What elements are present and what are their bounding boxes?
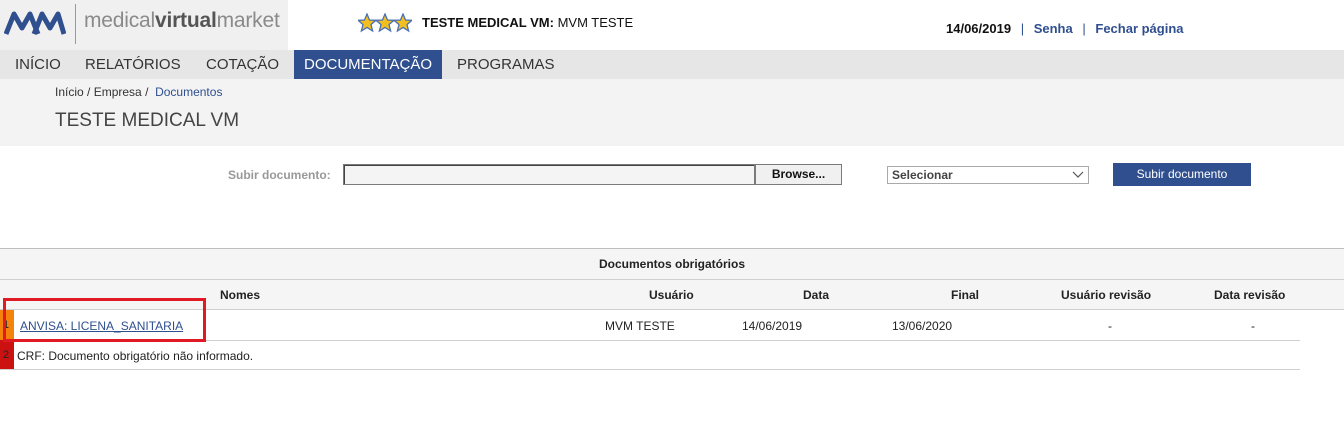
current-date: 14/06/2019 (946, 21, 1012, 36)
document-type-select[interactable]: Selecionar (887, 166, 1089, 184)
nav-programas[interactable]: PROGRAMAS (447, 50, 565, 79)
table-section-title: Documentos obrigatórios (0, 249, 1344, 279)
user-name: MVM TESTE (557, 15, 634, 30)
row-final: 13/06/2020 (892, 319, 953, 333)
company-name: TESTE MEDICAL VM: (422, 15, 554, 30)
file-path-input[interactable] (343, 164, 755, 185)
row-date: 14/06/2019 (742, 319, 803, 333)
breadcrumb: Início / Empresa / Documentos (55, 85, 223, 99)
row-user: MVM TESTE (605, 319, 675, 333)
page-title: TESTE MEDICAL VM (55, 110, 240, 131)
separator: | (1020, 21, 1025, 36)
divider (0, 369, 1300, 370)
title-band: Início / Empresa / Documentos TESTE MEDI… (0, 79, 1344, 146)
col-usuario-revisao[interactable]: Usuário revisão (1061, 288, 1151, 302)
header-actions: 14/06/2019 | Senha | Fechar página (946, 21, 1184, 36)
breadcrumb-company[interactable]: Empresa (94, 85, 142, 99)
logo-divider (75, 4, 76, 44)
close-page-link[interactable]: Fechar página (1095, 21, 1183, 36)
col-final[interactable]: Final (951, 288, 979, 302)
row-review-date: - (1251, 319, 1255, 333)
three-star-icon (358, 13, 412, 33)
table-row: 2 CRF: Documento obrigatório não informa… (0, 340, 1300, 370)
col-nomes[interactable]: Nomes (220, 288, 260, 302)
logo-wordmark: medicalvirtualmarket (84, 9, 280, 32)
nav-inicio[interactable]: INÍCIO (5, 50, 71, 79)
col-data-revisao[interactable]: Data revisão (1214, 288, 1285, 302)
nav-cotacao[interactable]: COTAÇÃO (196, 50, 289, 79)
breadcrumb-home[interactable]: Início (55, 85, 84, 99)
main-nav: INÍCIO RELATÓRIOS COTAÇÃO DOCUMENTAÇÃO P… (0, 50, 1344, 79)
document-type-selected: Selecionar (892, 168, 953, 182)
highlight-box (3, 298, 206, 342)
missing-document-message: CRF: Documento obrigatório não informado… (17, 349, 254, 363)
password-link[interactable]: Senha (1034, 21, 1073, 36)
mvm-logo-icon (4, 11, 66, 35)
separator: | (1082, 21, 1086, 36)
logo[interactable]: medicalvirtualmarket (0, 0, 288, 50)
submit-document-button[interactable]: Subir documento (1113, 163, 1251, 186)
chevron-down-icon (1072, 171, 1084, 178)
header: medicalvirtualmarket TESTE MEDICAL VM: M… (0, 0, 1344, 50)
col-usuario[interactable]: Usuário (649, 288, 694, 302)
company-info: TESTE MEDICAL VM: MVM TESTE (422, 15, 633, 30)
nav-documentacao[interactable]: DOCUMENTAÇÃO (294, 50, 443, 79)
col-data[interactable]: Data (803, 288, 829, 302)
breadcrumb-current: Documentos (155, 85, 223, 99)
browse-button[interactable]: Browse... (755, 164, 842, 185)
row-review-user: - (1108, 319, 1112, 333)
nav-relatorios[interactable]: RELATÓRIOS (75, 50, 191, 79)
row-number: 2 (0, 340, 14, 370)
upload-label: Subir documento: (228, 168, 331, 182)
